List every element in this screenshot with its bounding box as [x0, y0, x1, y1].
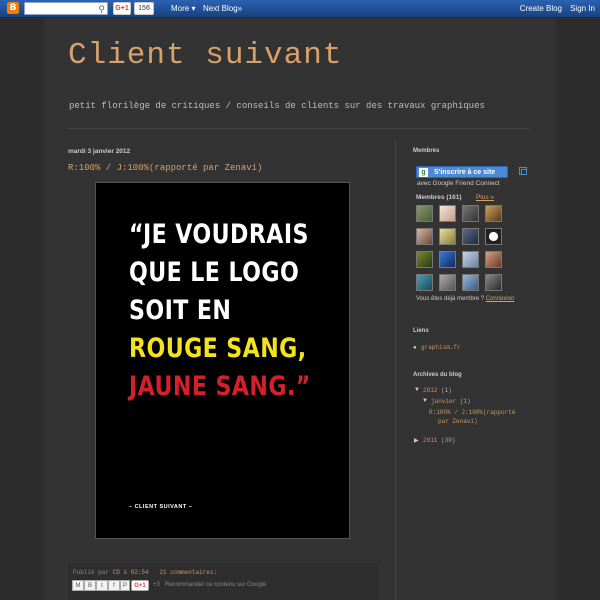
archive-year-2012[interactable]: 2012 (1) [423, 387, 452, 394]
already-member-label: Vous êtes déjà membre ? [416, 296, 486, 302]
member-avatar[interactable] [439, 251, 456, 268]
at-label: à [119, 569, 131, 576]
expand-toggle-icon[interactable]: ▼ [422, 398, 428, 404]
archive-post-link-continued[interactable]: par Zenavi) [438, 418, 478, 425]
post-title[interactable]: R:100% / J:100%(rapporté par Zenavi) [68, 163, 262, 173]
archive-year-count: (30) [437, 437, 456, 444]
more-menu[interactable]: More ▾ [171, 2, 195, 15]
post-image[interactable]: “JE VOUDRAIS QUE LE LOGO SOIT EN ROUGE S… [95, 182, 350, 539]
create-blog-link[interactable]: Create Blog [520, 2, 562, 15]
members-count: Membres (161) [416, 194, 462, 201]
archive-month-count: (1) [456, 398, 471, 405]
blog-this-icon[interactable]: B [84, 580, 96, 591]
member-avatar[interactable] [485, 228, 502, 245]
archive-year-label[interactable]: 2012 [423, 387, 437, 394]
twitter-share-icon[interactable]: t [96, 580, 108, 591]
post-meta: Publié par CD à 02:54 21 commentaires: [73, 569, 217, 576]
member-avatar[interactable] [439, 205, 456, 222]
next-blog-link[interactable]: Next Blog» [203, 2, 242, 15]
member-avatar[interactable] [462, 228, 479, 245]
member-avatar[interactable] [416, 274, 433, 291]
members-heading: Membres [413, 148, 440, 154]
bullet-icon: ● [413, 345, 417, 351]
poster-line-3: SOIT EN [129, 295, 232, 326]
member-avatar[interactable] [462, 251, 479, 268]
member-avatar[interactable] [462, 205, 479, 222]
header-divider [68, 128, 530, 129]
member-avatar[interactable] [416, 251, 433, 268]
member-avatar[interactable] [439, 228, 456, 245]
member-avatar[interactable] [439, 274, 456, 291]
already-member-text: Vous êtes déjà membre ? Connexion [416, 296, 514, 302]
poster-line-2: QUE LE LOGO [129, 257, 300, 288]
posted-by-label: Publié par [73, 569, 113, 576]
members-more-link[interactable]: Plus » [476, 194, 494, 201]
archive-month-label[interactable]: janvier [431, 398, 456, 405]
popout-icon[interactable] [519, 167, 527, 175]
facebook-share-icon[interactable]: f [108, 580, 120, 591]
follow-button-label: S'inscrire à ce site [434, 169, 496, 176]
blogger-navbar: B ⚲ G+1 156 More ▾ Next Blog» Create Blo… [0, 0, 600, 18]
member-avatar[interactable] [485, 251, 502, 268]
blog-title[interactable]: Client suivant [68, 38, 342, 73]
poster-line-5: JAUNE SANG.” [129, 371, 311, 402]
follow-button[interactable]: g S'inscrire à ce site [416, 166, 508, 178]
member-avatar[interactable] [462, 274, 479, 291]
link-graphism[interactable]: graphism.fr [421, 344, 461, 351]
share-gplus-button[interactable]: G+1 [131, 580, 149, 591]
archive-month-january[interactable]: janvier (1) [431, 398, 471, 405]
archive-year-count: (1) [437, 387, 452, 394]
member-avatar[interactable] [416, 205, 433, 222]
pinterest-share-icon[interactable]: P [120, 580, 130, 591]
gfc-text: avec Google Friend Connect [417, 180, 500, 187]
gplus-count: 156 [134, 2, 154, 15]
connexion-link[interactable]: Connexion [486, 296, 515, 302]
archive-year-2011[interactable]: 2011 (30) [423, 437, 455, 444]
search-input[interactable]: ⚲ [24, 2, 108, 15]
expand-toggle-icon[interactable]: ▼ [414, 387, 420, 393]
post-time-link[interactable]: 02:54 [131, 569, 149, 576]
poster-signature: – CLIENT SUIVANT – [129, 504, 193, 510]
collapse-toggle-icon[interactable]: ▶ [414, 437, 419, 444]
member-avatar[interactable] [416, 228, 433, 245]
member-avatar[interactable] [485, 274, 502, 291]
google-icon: g [419, 168, 428, 177]
links-heading: Liens [413, 328, 429, 334]
blogger-logo-icon[interactable]: B [7, 2, 19, 14]
post-date: mardi 3 janvier 2012 [68, 148, 131, 155]
archive-post-link[interactable]: R:100% / J:100%(rapporté [429, 409, 515, 416]
sign-in-link[interactable]: Sign In [570, 2, 595, 15]
author-link[interactable]: CD [113, 569, 120, 576]
blog-tagline: petit florilège de critiques / conseils … [69, 101, 485, 111]
archive-year-label[interactable]: 2011 [423, 437, 437, 444]
archive-heading: Archives du blog [413, 372, 462, 378]
email-share-icon[interactable]: M [72, 580, 84, 591]
search-icon[interactable]: ⚲ [98, 3, 105, 15]
sidebar-divider [395, 140, 396, 600]
share-gplus-count: +3 [153, 582, 160, 588]
gplus-button[interactable]: G+1 [113, 2, 131, 15]
member-avatar[interactable] [485, 205, 502, 222]
share-recommend-text: Recommander ce contenu sur Google [165, 582, 267, 588]
comments-link[interactable]: 21 commentaires: [159, 569, 217, 576]
poster-line-1: “JE VOUDRAIS [129, 219, 309, 250]
poster-line-4: ROUGE SANG, [129, 333, 307, 364]
